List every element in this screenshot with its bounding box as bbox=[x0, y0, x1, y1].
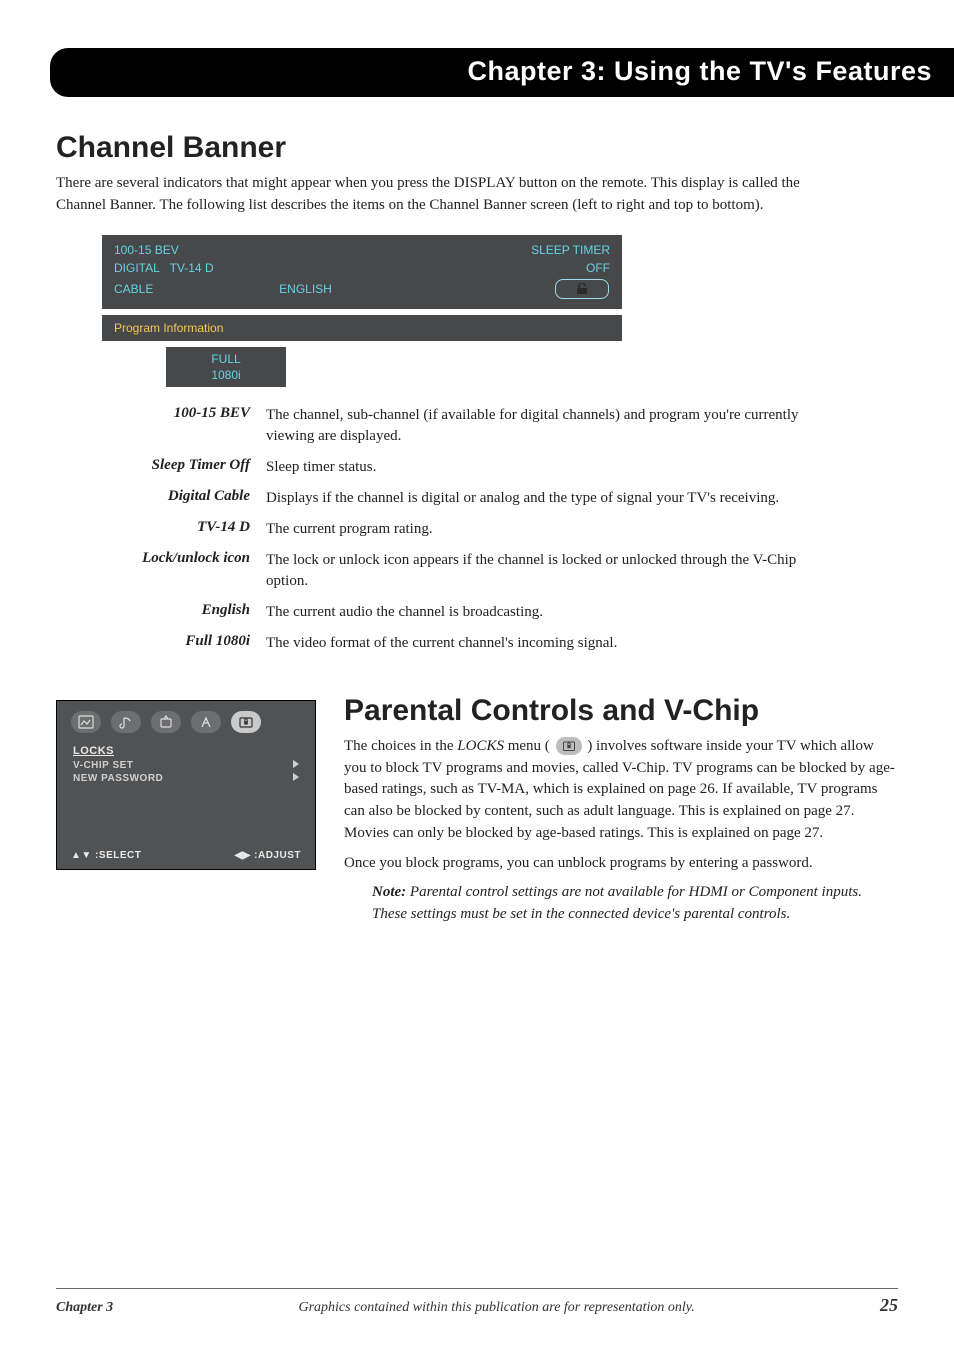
channel-banner-intro: There are several indicators that might … bbox=[56, 173, 836, 217]
def-row: Sleep Timer OffSleep timer status. bbox=[56, 457, 898, 478]
def-desc: The current program rating. bbox=[266, 519, 806, 540]
picture-icon bbox=[71, 711, 101, 733]
channel-banner-osd: 100-15 BEV SLEEP TIMER DIGITAL TV-14 D O… bbox=[102, 235, 898, 387]
def-desc: Sleep timer status. bbox=[266, 457, 806, 478]
footer-adjust: ◀▶ :ADJUST bbox=[234, 850, 301, 861]
chevron-right-icon bbox=[293, 760, 299, 768]
osd-cable: CABLE bbox=[114, 282, 279, 296]
menu-item-label: V-CHIP SET bbox=[73, 760, 133, 771]
footer-page-number: 25 bbox=[880, 1295, 898, 1316]
menu-item: V-CHIP SET bbox=[71, 759, 301, 772]
locks-menu-screenshot: LOCKS V-CHIP SET NEW PASSWORD ▲▼ :SELECT… bbox=[56, 700, 316, 870]
osd-resolution: 1080i bbox=[176, 367, 276, 383]
channel-icon bbox=[151, 711, 181, 733]
def-desc: The video format of the current channel'… bbox=[266, 633, 806, 654]
menu-item: NEW PASSWORD bbox=[71, 772, 301, 785]
menu-icon-row bbox=[71, 711, 301, 733]
def-desc: The current audio the channel is broadca… bbox=[266, 602, 806, 623]
menu-footer: ▲▼ :SELECT ◀▶ :ADJUST bbox=[71, 850, 301, 861]
def-term: Full 1080i bbox=[56, 633, 266, 654]
channel-banner-definitions: 100-15 BEVThe channel, sub-channel (if a… bbox=[56, 405, 898, 654]
parental-note: Note: Parental control settings are not … bbox=[372, 882, 892, 926]
setup-icon bbox=[191, 711, 221, 733]
osd-digital-rating: DIGITAL TV-14 D bbox=[114, 261, 279, 275]
page-footer: Chapter 3 Graphics contained within this… bbox=[56, 1288, 898, 1316]
parental-paragraph-2: Once you block programs, you can unblock… bbox=[344, 853, 898, 875]
footer-chapter: Chapter 3 bbox=[56, 1300, 113, 1316]
osd-language: ENGLISH bbox=[279, 282, 444, 296]
def-desc: The channel, sub-channel (if available f… bbox=[266, 405, 806, 447]
osd-sleep-value: OFF bbox=[445, 261, 610, 275]
def-desc: The lock or unlock icon appears if the c… bbox=[266, 550, 806, 592]
osd-rating: TV-14 D bbox=[170, 261, 214, 275]
section-title-parental: Parental Controls and V-Chip bbox=[344, 694, 898, 728]
def-term: Digital Cable bbox=[56, 488, 266, 509]
def-row: Digital CableDisplays if the channel is … bbox=[56, 488, 898, 509]
def-term: Sleep Timer Off bbox=[56, 457, 266, 478]
osd-top-panel: 100-15 BEV SLEEP TIMER DIGITAL TV-14 D O… bbox=[102, 235, 622, 309]
osd-sleep-label: SLEEP TIMER bbox=[445, 243, 610, 257]
def-row: 100-15 BEVThe channel, sub-channel (if a… bbox=[56, 405, 898, 447]
def-row: Lock/unlock iconThe lock or unlock icon … bbox=[56, 550, 898, 592]
def-row: TV-14 DThe current program rating. bbox=[56, 519, 898, 540]
osd-format-box: FULL 1080i bbox=[166, 347, 286, 387]
audio-icon bbox=[111, 711, 141, 733]
def-term: TV-14 D bbox=[56, 519, 266, 540]
osd-channel: 100-15 BEV bbox=[114, 243, 279, 257]
def-term: English bbox=[56, 602, 266, 623]
def-term: Lock/unlock icon bbox=[56, 550, 266, 592]
menu-heading: LOCKS bbox=[73, 745, 299, 757]
locks-icon bbox=[231, 711, 261, 733]
section-title-channel-banner: Channel Banner bbox=[56, 131, 898, 165]
def-desc: Displays if the channel is digital or an… bbox=[266, 488, 806, 509]
osd-full: FULL bbox=[176, 351, 276, 367]
osd-digital: DIGITAL bbox=[114, 261, 160, 275]
osd-program-info: Program Information bbox=[102, 315, 622, 341]
def-row: Full 1080iThe video format of the curren… bbox=[56, 633, 898, 654]
locks-inline-icon bbox=[556, 737, 582, 755]
lock-icon bbox=[555, 279, 609, 299]
parental-paragraph-1: The choices in the LOCKS menu ( ) involv… bbox=[344, 736, 898, 845]
def-term: 100-15 BEV bbox=[56, 405, 266, 447]
footer-disclaimer: Graphics contained within this publicati… bbox=[113, 1300, 880, 1316]
def-row: EnglishThe current audio the channel is … bbox=[56, 602, 898, 623]
menu-item-label: NEW PASSWORD bbox=[73, 773, 163, 784]
chevron-right-icon bbox=[293, 773, 299, 781]
footer-select: ▲▼ :SELECT bbox=[71, 850, 141, 861]
chapter-title-bar: Chapter 3: Using the TV's Features bbox=[50, 48, 954, 97]
